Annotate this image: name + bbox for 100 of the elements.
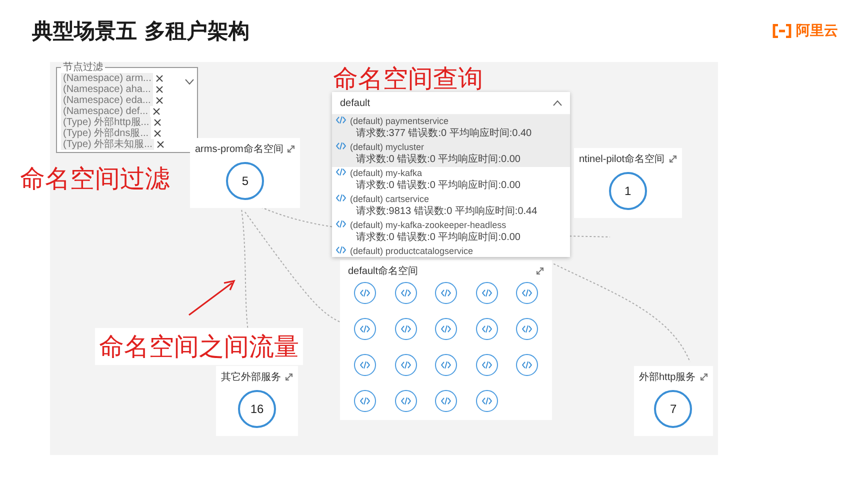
logo-icon [772, 24, 792, 38]
service-node[interactable] [516, 354, 538, 376]
code-icon [360, 289, 370, 297]
close-icon[interactable] [156, 75, 164, 82]
search-result[interactable]: (default) cartservice 请求数:9813 错误数:0 平均响应时间:0.44 [332, 193, 570, 219]
service-node[interactable] [394, 318, 416, 340]
service-node[interactable] [354, 282, 376, 304]
search-result[interactable]: (default) my-kafka 请求数:0 错误数:0 平均响应时间:0.00 [332, 167, 570, 193]
close-icon[interactable] [154, 119, 162, 126]
namespace-card[interactable]: 其它外部服务 16 [216, 366, 298, 436]
code-icon [336, 194, 346, 202]
filter-tag: (Namespace) aha... [61, 84, 153, 95]
service-node[interactable] [394, 282, 416, 304]
search-result[interactable]: (default) paymentservice 请求数:377 错误数:0 平均响应时间:0.40 [332, 115, 570, 141]
result-stats: 请求数:0 错误数:0 平均响应时间:0.00 [355, 152, 520, 166]
close-icon[interactable] [156, 97, 163, 104]
result-stats: 请求数:0 错误数:0 平均响应时间:0.00 [355, 230, 520, 244]
result-name: (default) cartservice [350, 194, 430, 204]
code-icon [360, 397, 370, 405]
code-icon [482, 361, 492, 369]
group-title: default命名空间 [348, 264, 418, 278]
service-node[interactable] [354, 390, 376, 412]
service-node[interactable] [354, 354, 376, 376]
result-stats: 请求数:377 错误数:0 平均响应时间:0.40 [355, 126, 532, 140]
search-result[interactable]: (default) productcatalogservice [332, 245, 570, 257]
annotation-text: 命名空间过滤 [20, 163, 170, 195]
code-icon [522, 325, 532, 333]
code-icon [482, 325, 492, 333]
namespace-title: arms-prom命名空间 [195, 142, 284, 156]
service-node[interactable] [435, 318, 457, 340]
code-icon [400, 361, 410, 369]
code-icon [336, 168, 346, 176]
code-icon [360, 361, 370, 369]
service-count: 7 [654, 390, 692, 428]
result-name: (default) my-kafka [350, 168, 424, 178]
service-node[interactable] [516, 282, 538, 304]
arrow [186, 278, 238, 318]
expand-icon[interactable] [700, 373, 708, 381]
annotation-text: 命名空间查询 [333, 63, 483, 95]
service-node[interactable] [354, 318, 376, 340]
search-result[interactable]: (default) mycluster 请求数:0 错误数:0 平均响应时间:0.00 [332, 141, 570, 167]
code-icon [441, 325, 451, 333]
code-icon [482, 289, 492, 297]
code-icon [336, 246, 346, 254]
chevron-up-icon[interactable] [553, 100, 562, 106]
code-icon [336, 142, 346, 150]
result-stats: 请求数:9813 错误数:0 平均响应时间:0.44 [355, 204, 538, 218]
namespace-title: 外部http服务 [639, 370, 696, 384]
annotation-text: 命名空间之间流量 [95, 328, 303, 365]
service-node[interactable] [435, 390, 457, 412]
chevron-down-icon[interactable] [185, 79, 194, 85]
expand-icon[interactable] [287, 145, 296, 153]
namespace-card[interactable]: ntinel-pilot命名空间 1 [574, 148, 682, 218]
result-name: (default) paymentservice [350, 116, 450, 126]
code-icon [441, 361, 451, 369]
service-node[interactable] [394, 354, 416, 376]
filter-tag: (Namespace) arm... [61, 73, 154, 84]
service-node[interactable] [516, 318, 538, 340]
close-icon[interactable] [157, 141, 164, 148]
code-icon [482, 397, 492, 405]
close-icon[interactable] [153, 108, 160, 115]
service-node[interactable] [476, 354, 498, 376]
namespace-title: 其它外部服务 [221, 370, 281, 384]
service-count: 16 [238, 390, 276, 428]
slide-title: 典型场景五 多租户架构 [32, 18, 250, 45]
service-node[interactable] [476, 282, 498, 304]
close-icon[interactable] [154, 130, 161, 137]
code-icon [522, 361, 532, 369]
service-node[interactable] [476, 318, 498, 340]
expand-icon[interactable] [668, 155, 677, 163]
code-icon [522, 289, 532, 297]
service-node[interactable] [435, 354, 457, 376]
namespace-card[interactable]: 外部http服务 7 [634, 366, 713, 436]
namespace-title: ntinel-pilot命名空间 [579, 152, 665, 166]
expand-icon[interactable] [536, 267, 544, 275]
namespace-card[interactable]: arms-prom命名空间 5 [190, 138, 300, 208]
expand-icon[interactable] [285, 373, 293, 381]
code-icon [400, 325, 410, 333]
search-result[interactable]: (default) my-kafka-zookeeper-headless 请求数:0 错误数:0 平均响应时间:0.00 [332, 219, 570, 245]
code-icon [336, 220, 346, 228]
filter-legend: 节点过滤 [61, 62, 105, 73]
service-node[interactable] [435, 282, 457, 304]
service-count: 1 [608, 172, 647, 210]
filter-tag: (Namespace) def... [61, 106, 150, 117]
code-icon [400, 289, 410, 297]
code-icon [441, 397, 451, 405]
code-icon [400, 397, 410, 405]
code-icon [336, 116, 346, 124]
service-node[interactable] [476, 390, 498, 412]
code-icon [441, 289, 451, 297]
filter-tag: (Namespace) eda... [61, 95, 153, 106]
filter-tag: (Type) 外部未知服... [61, 139, 154, 150]
filter-tag: (Type) 外部dns服... [61, 128, 151, 139]
result-name: (default) mycluster [350, 142, 426, 152]
service-count: 5 [226, 162, 264, 200]
logo-text: 阿里云 [796, 22, 838, 40]
result-name: (default) my-kafka-zookeeper-headless [350, 220, 508, 230]
service-node[interactable] [394, 390, 416, 412]
close-icon[interactable] [156, 86, 163, 93]
result-stats: 请求数:0 错误数:0 平均响应时间:0.00 [355, 178, 520, 192]
